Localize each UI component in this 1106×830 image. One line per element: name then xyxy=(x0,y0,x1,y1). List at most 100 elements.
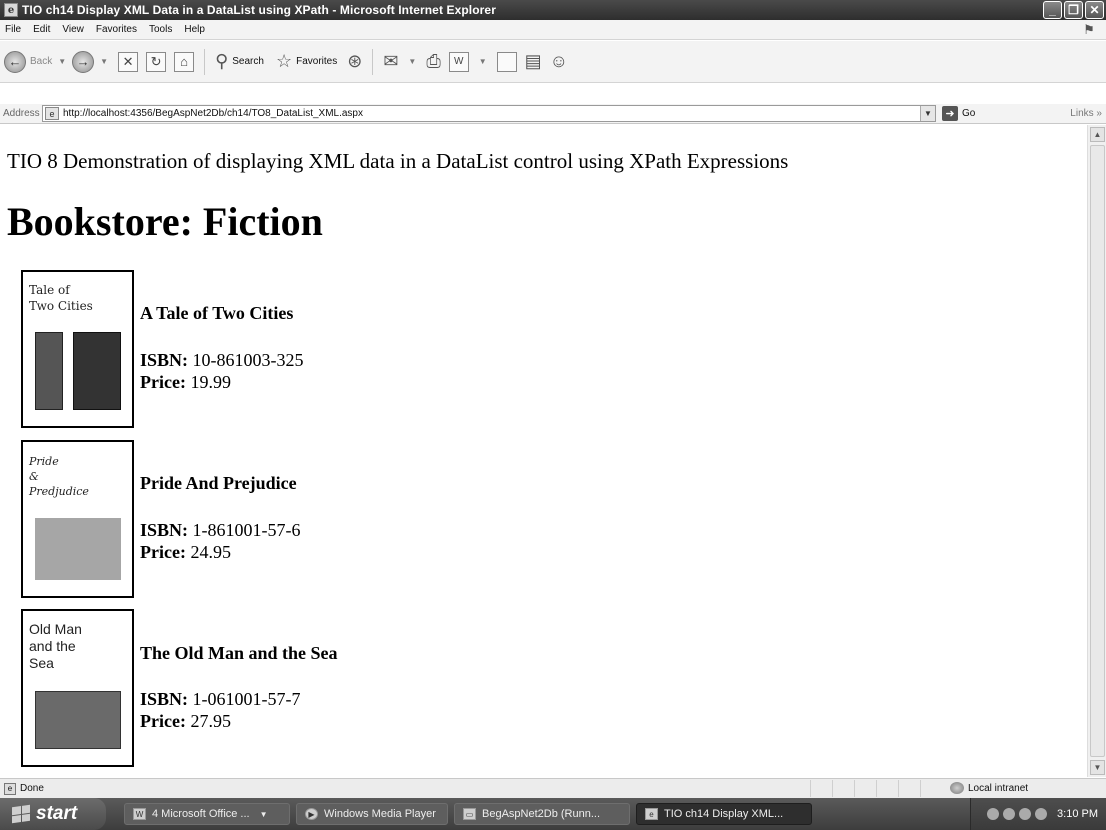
book-details: ISBN: 10-861003-325 Price: 19.99 xyxy=(140,349,304,393)
book-cover-image: Old Man and the Sea xyxy=(21,609,134,767)
taskbar-item-office[interactable]: W 4 Microsoft Office ... ▼ xyxy=(124,803,290,825)
cover-graphic xyxy=(35,518,121,580)
minimize-button[interactable]: _ xyxy=(1043,1,1062,19)
vertical-scrollbar[interactable]: ▲ ▼ xyxy=(1087,125,1106,777)
mail-dropdown-icon[interactable]: ▼ xyxy=(408,57,416,66)
forward-arrow-icon[interactable]: → xyxy=(72,50,95,73)
menu-help[interactable]: Help xyxy=(178,24,211,35)
print-icon[interactable]: ⎙ xyxy=(426,51,440,72)
go-arrow-icon: ➜ xyxy=(942,106,958,121)
taskbar-item-visual-studio[interactable]: ▭ BegAspNet2Db (Runn... xyxy=(454,803,630,825)
edit-dropdown-icon[interactable]: ▼ xyxy=(479,57,487,66)
scroll-up-icon[interactable]: ▲ xyxy=(1090,127,1105,142)
toolbar: ← Back ▼ → ▼ ✕ ↻ ⌂ ⚲ Search ☆ Favorites … xyxy=(0,41,1106,83)
menu-file[interactable]: File xyxy=(0,24,27,35)
system-tray: 3:10 PM xyxy=(970,798,1106,830)
back-button-label[interactable]: Back xyxy=(30,56,52,67)
taskbar-item-ie[interactable]: e TIO ch14 Display XML... xyxy=(636,803,812,825)
taskbar-item-label: Windows Media Player xyxy=(324,808,436,820)
start-button[interactable]: start xyxy=(0,798,106,830)
book-details: ISBN: 1-061001-57-7 Price: 27.95 xyxy=(140,688,301,732)
page-title: Bookstore: Fiction xyxy=(7,199,323,244)
refresh-icon[interactable]: ↻ xyxy=(146,51,167,72)
page-icon: e xyxy=(45,107,59,120)
window-controls: _ ❐ ✕ xyxy=(1043,1,1104,19)
address-label: Address xyxy=(3,108,40,119)
search-button[interactable]: ⚲ Search xyxy=(211,51,264,72)
menu-bar: File Edit View Favorites Tools Help ⚑ xyxy=(0,20,1106,40)
search-label: Search xyxy=(232,56,264,67)
windows-flag-icon: ⚑ xyxy=(1083,22,1095,37)
menu-edit[interactable]: Edit xyxy=(27,24,56,35)
title-bar: e TIO ch14 Display XML Data in a DataLis… xyxy=(0,0,1106,20)
tray-arrow-icon[interactable] xyxy=(987,808,1000,820)
intranet-icon xyxy=(950,782,964,794)
clock: 3:10 PM xyxy=(1057,808,1098,820)
book-price: 27.95 xyxy=(190,711,231,731)
search-icon: ⚲ xyxy=(215,51,229,71)
taskbar-item-label: TIO ch14 Display XML... xyxy=(664,808,784,820)
isbn-label: ISBN: xyxy=(140,350,189,370)
go-button[interactable]: ➜ Go xyxy=(942,106,975,121)
isbn-label: ISBN: xyxy=(140,689,189,709)
back-arrow-icon[interactable]: ← xyxy=(4,50,26,73)
home-icon[interactable]: ⌂ xyxy=(174,51,195,72)
book-title: Pride And Prejudice xyxy=(140,473,297,493)
taskbar-item-label: 4 Microsoft Office ... xyxy=(152,808,250,820)
word-edit-icon[interactable]: W xyxy=(448,51,469,72)
history-icon[interactable]: ⊛ xyxy=(347,51,362,72)
price-label: Price: xyxy=(140,711,186,731)
price-label: Price: xyxy=(140,372,186,392)
address-url[interactable]: http://localhost:4356/BegAspNet2Db/ch14/… xyxy=(63,108,363,119)
back-dropdown-icon[interactable]: ▼ xyxy=(58,57,66,66)
isbn-label: ISBN: xyxy=(140,520,189,540)
windows-logo-icon xyxy=(12,804,30,824)
window-title: TIO ch14 Display XML Data in a DataList … xyxy=(22,3,496,17)
tray-icons xyxy=(987,808,1048,820)
maximize-button[interactable]: ❐ xyxy=(1064,1,1083,19)
book-title: The Old Man and the Sea xyxy=(140,643,338,663)
star-icon: ☆ xyxy=(275,51,293,71)
book-title: A Tale of Two Cities xyxy=(140,303,294,323)
research-icon[interactable]: ▤ xyxy=(525,51,542,72)
status-text: Done xyxy=(20,783,44,794)
menu-view[interactable]: View xyxy=(56,24,90,35)
taskbar-item-label: BegAspNet2Db (Runn... xyxy=(482,808,601,820)
toolbar-separator xyxy=(372,48,374,75)
book-cover-text: Tale of Two Cities xyxy=(29,283,93,313)
favorites-label: Favorites xyxy=(296,56,338,67)
network-icon[interactable] xyxy=(1003,808,1016,820)
close-button[interactable]: ✕ xyxy=(1085,1,1104,19)
book-details: ISBN: 1-861001-57-6 Price: 24.95 xyxy=(140,519,301,563)
cover-graphic xyxy=(73,332,121,410)
menu-favorites[interactable]: Favorites xyxy=(90,24,143,35)
book-price: 24.95 xyxy=(190,542,231,562)
book-cover-image: Pride & Predjudice xyxy=(21,440,134,598)
scrollbar-thumb[interactable] xyxy=(1090,145,1105,757)
security-icon[interactable] xyxy=(1019,808,1032,820)
taskbar-item-media-player[interactable]: ▶ Windows Media Player xyxy=(296,803,448,825)
discuss-icon[interactable] xyxy=(496,51,517,72)
address-dropdown-icon[interactable]: ▼ xyxy=(920,106,935,121)
messenger-icon[interactable]: ☺ xyxy=(550,51,568,72)
zone-label: Local intranet xyxy=(968,782,1029,794)
scroll-down-icon[interactable]: ▼ xyxy=(1090,760,1105,775)
security-zone: Local intranet xyxy=(950,782,1028,794)
page-heading: TIO 8 Demonstration of displaying XML da… xyxy=(7,149,789,173)
cover-graphic xyxy=(35,332,63,410)
book-price: 19.99 xyxy=(190,372,231,392)
start-label: start xyxy=(36,803,78,824)
media-player-icon: ▶ xyxy=(305,808,318,820)
stop-icon[interactable]: ✕ xyxy=(118,51,139,72)
page-content: TIO 8 Demonstration of displaying XML da… xyxy=(0,125,1087,777)
links-button[interactable]: Links » xyxy=(1070,108,1102,119)
visual-studio-icon: ▭ xyxy=(463,808,476,820)
book-isbn: 10-861003-325 xyxy=(192,350,304,370)
forward-dropdown-icon[interactable]: ▼ xyxy=(100,57,108,66)
volume-icon[interactable] xyxy=(1035,808,1048,820)
mail-icon[interactable]: ✉ xyxy=(383,51,398,72)
favorites-button[interactable]: ☆ Favorites xyxy=(272,51,337,72)
menu-tools[interactable]: Tools xyxy=(143,24,178,35)
address-input[interactable]: e http://localhost:4356/BegAspNet2Db/ch1… xyxy=(42,105,936,122)
book-isbn: 1-061001-57-7 xyxy=(192,689,301,709)
